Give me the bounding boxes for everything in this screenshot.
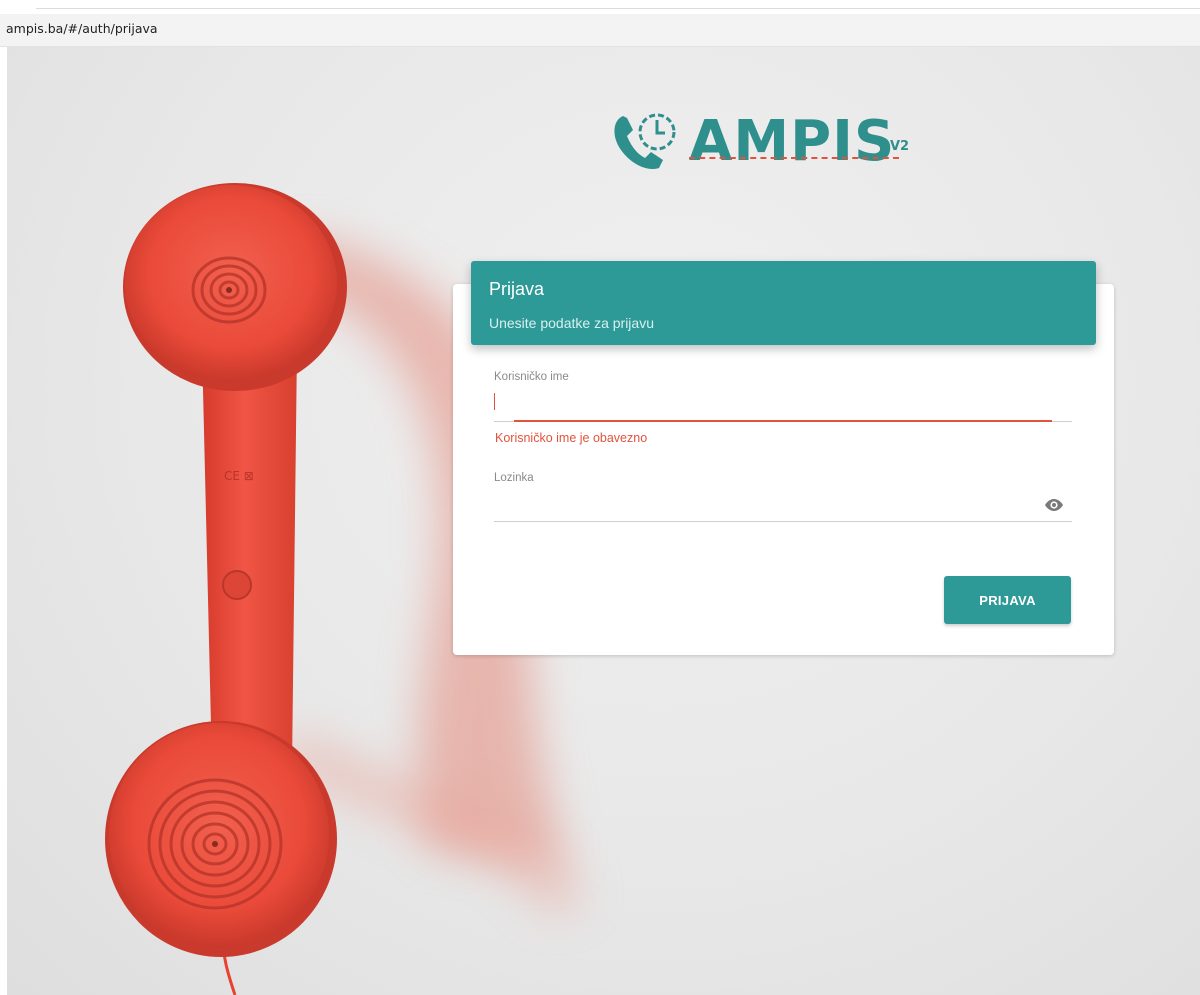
toolbar-divider bbox=[36, 8, 1200, 9]
username-label: Korisničko ime bbox=[494, 371, 569, 383]
text-caret bbox=[494, 393, 495, 410]
logo-text: AMPIS bbox=[689, 109, 896, 174]
username-error-message: Korisničko ime je obavezno bbox=[495, 431, 648, 445]
browser-toolbar: ampis.ba/#/auth/prijava bbox=[0, 0, 1200, 47]
url-text[interactable]: ampis.ba/#/auth/prijava bbox=[6, 21, 158, 36]
login-subtitle: Unesite podatke za prijavu bbox=[489, 315, 654, 331]
username-input[interactable] bbox=[494, 387, 1072, 423]
phone-marking: CE ⊠ bbox=[224, 469, 254, 483]
logo-underline bbox=[689, 157, 899, 159]
login-title: Prijava bbox=[489, 279, 545, 299]
password-input[interactable] bbox=[494, 488, 1034, 520]
ampis-logo: AMPIS V2 bbox=[609, 102, 939, 182]
phone-clock-icon bbox=[614, 113, 676, 170]
username-error-underline bbox=[514, 420, 1052, 422]
address-bar[interactable]: ampis.ba/#/auth/prijava bbox=[0, 14, 1200, 47]
login-card-header: Prijava Unesite podatke za prijavu bbox=[471, 261, 1096, 345]
login-button[interactable]: PRIJAVA bbox=[944, 576, 1071, 624]
password-underline bbox=[494, 521, 1072, 522]
logo-version: V2 bbox=[890, 139, 910, 154]
login-page: CE ⊠ AMPIS V2 Prijava Unesite podatke za… bbox=[7, 47, 1200, 995]
password-label: Lozinka bbox=[494, 472, 534, 484]
eye-icon[interactable] bbox=[1044, 498, 1064, 512]
